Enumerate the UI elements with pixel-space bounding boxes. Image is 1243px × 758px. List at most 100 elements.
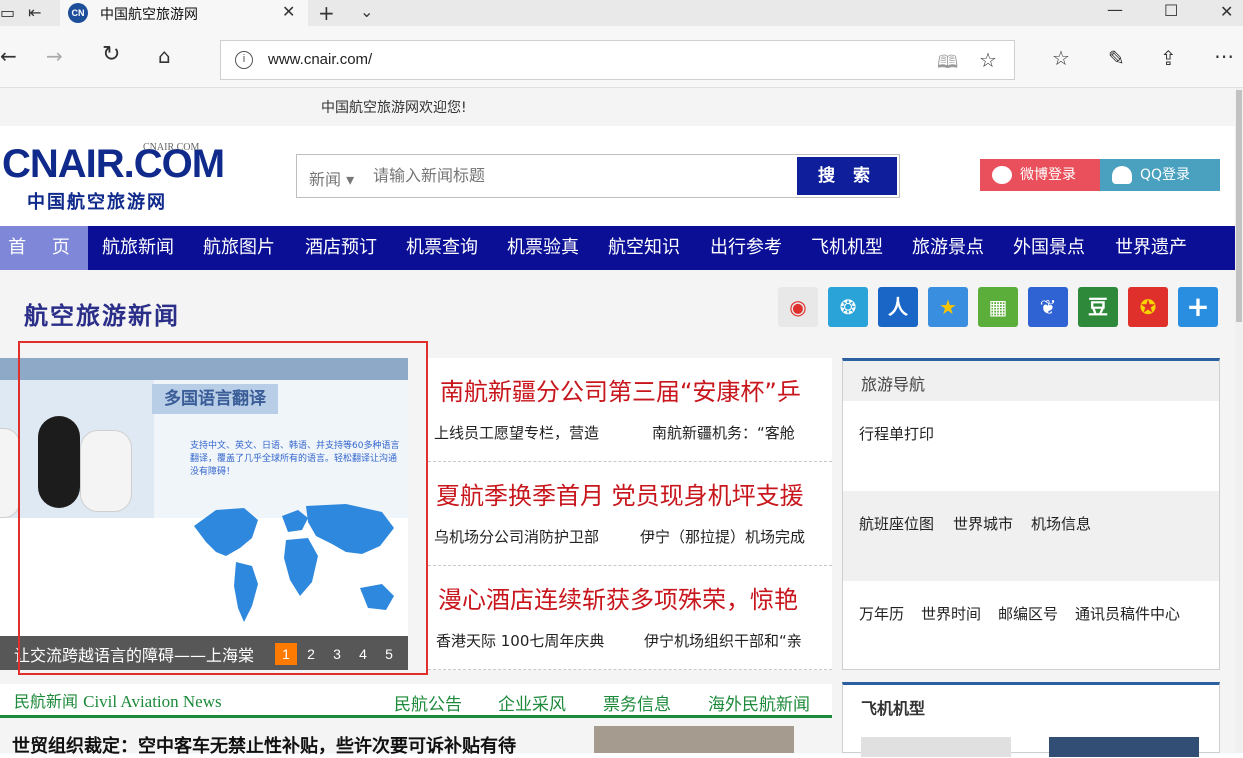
tourism-nav-header: 旅游导航	[843, 361, 1219, 401]
headline-title[interactable]: 南航新疆分公司第三届“安康杯”乒	[440, 372, 830, 407]
reading-view-icon[interactable]: 🕮	[937, 50, 958, 80]
nav-item-aircraft-models[interactable]: 飞机机型	[811, 226, 883, 270]
link-airport-info[interactable]: 机场信息	[1031, 513, 1091, 534]
minimize-icon[interactable]: —	[1107, 0, 1123, 19]
headline-sub-link[interactable]: 香港天际 100七周年庆典	[436, 630, 632, 651]
news-thumbnail-image[interactable]	[594, 726, 794, 753]
qq-icon	[1112, 166, 1132, 184]
welcome-bar: 中国航空旅游网欢迎您!	[0, 88, 1235, 126]
vertical-scrollbar[interactable]	[1235, 88, 1243, 753]
share-icon[interactable]: ⇪	[1160, 46, 1177, 70]
renren-share-icon[interactable]: 人	[878, 287, 918, 327]
headline-sub-link[interactable]: 伊宁机场组织干部和“亲	[644, 630, 832, 651]
headline-item: 夏航季换季首月 党员现身机坪支援 乌机场分公司消防护卫部 伊宁（那拉提）机场完成	[428, 462, 832, 566]
headline-sub-link[interactable]: 乌机场分公司消防护卫部	[434, 526, 624, 547]
section-header: 航空旅游新闻 ◉ ❂ 人 ★ ▦ ❦ 豆 ✪ +	[0, 270, 1235, 350]
maximize-icon[interactable]: ☐	[1164, 1, 1178, 20]
civil-news-heading-cn: 民航新闻	[14, 692, 79, 711]
more-share-icon[interactable]: +	[1178, 287, 1218, 327]
site-logo[interactable]: CNAIR.COM CNAIR.COM 中国航空旅游网	[0, 138, 225, 213]
link-calendar[interactable]: 万年历	[859, 603, 904, 624]
search-button[interactable]: 搜 索	[797, 157, 897, 195]
tourism-row: 行程单打印	[843, 401, 1219, 491]
link-ticket-info[interactable]: 票务信息	[603, 690, 671, 715]
window-close-icon[interactable]: ✕	[1220, 2, 1233, 21]
link-itinerary-print[interactable]: 行程单打印	[859, 423, 934, 444]
nav-item-aviation-photos[interactable]: 航旅图片	[203, 226, 275, 270]
headline-list: 南航新疆分公司第三届“安康杯”乒 上线员工愿望专栏，营造 南航新疆机务：“客舱 …	[428, 358, 832, 670]
weibo-login-button[interactable]: 微博登录	[980, 159, 1100, 191]
nav-item-foreign-spots[interactable]: 外国景点	[1013, 226, 1085, 270]
aircraft-models-panel: 飞机机型	[842, 682, 1220, 757]
nav-item-aviation-news[interactable]: 航旅新闻	[102, 226, 174, 270]
tab-back-icon[interactable]: ⇤	[28, 3, 41, 22]
favorite-star-icon[interactable]: ☆	[979, 48, 997, 72]
weibo-share-icon[interactable]: ◉	[778, 287, 818, 327]
civil-news-bar: 民航新闻 Civil Aviation News 民航公告 企业采风 票务信息 …	[0, 684, 832, 718]
baidu-share-icon[interactable]: ❦	[1028, 287, 1068, 327]
link-overseas-news[interactable]: 海外民航新闻	[708, 690, 810, 715]
refresh-icon[interactable]: ↻	[102, 42, 120, 67]
favorites-list-icon[interactable]: ☆	[1052, 46, 1070, 70]
nav-item-ticket-verify[interactable]: 机票验真	[507, 226, 579, 270]
translator-device-image	[0, 428, 20, 518]
nav-item-aviation-knowledge[interactable]: 航空知识	[608, 226, 680, 270]
nav-item-travel-reference[interactable]: 出行参考	[710, 226, 782, 270]
new-tab-icon[interactable]: +	[318, 1, 335, 25]
highlight-box	[18, 341, 428, 675]
qzone-share-icon[interactable]: ★	[928, 287, 968, 327]
tab-close-icon[interactable]: ✕	[282, 2, 295, 21]
nav-item-ticket-search[interactable]: 机票查询	[406, 226, 478, 270]
pengyou-share-icon[interactable]: ✪	[1128, 287, 1168, 327]
tourism-nav-title: 旅游导航	[861, 375, 926, 394]
qq-login-button[interactable]: QQ登录	[1100, 159, 1220, 191]
home-icon[interactable]: ⌂	[158, 44, 171, 68]
info-icon[interactable]: i	[235, 51, 253, 69]
aircraft-thumbnail-image[interactable]	[1049, 737, 1199, 757]
section-title: 航空旅游新闻	[24, 302, 180, 330]
link-enterprise[interactable]: 企业采风	[498, 690, 566, 715]
logo-small-text: CNAIR.COM	[143, 142, 200, 153]
civil-news-heading[interactable]: 民航新闻 Civil Aviation News	[14, 688, 222, 712]
more-icon[interactable]: ⋯	[1214, 44, 1234, 68]
qq-login-label: QQ登录	[1140, 167, 1191, 183]
browser-tab[interactable]: CN 中国航空旅游网 ✕	[60, 0, 308, 26]
tourism-nav-panel: 旅游导航 行程单打印 航班座位图 世界城市 机场信息 万年历 世界时间 邮编区号…	[842, 358, 1220, 670]
pen-icon[interactable]: ✎	[1108, 46, 1125, 70]
headline-sub-link[interactable]: 伊宁（那拉提）机场完成	[640, 526, 832, 547]
news-headline[interactable]: 世贸组织裁定：空中客车无禁止性补贴，些许次要可诉补贴有待	[12, 732, 516, 758]
tab-list-icon[interactable]: ▭	[0, 3, 15, 22]
link-seat-map[interactable]: 航班座位图	[859, 513, 934, 534]
scrollbar-thumb[interactable]	[1236, 90, 1242, 322]
tencent-share-icon[interactable]: ❂	[828, 287, 868, 327]
headline-sub-link[interactable]: 上线员工愿望专栏，营造	[434, 422, 624, 443]
search-category-select[interactable]: 新闻 ▾	[309, 166, 354, 190]
address-bar[interactable]: i www.cnair.com/ 🕮 ☆	[220, 40, 1015, 80]
headline-title[interactable]: 漫心酒店连续斩获多项殊荣，惊艳	[438, 580, 828, 615]
aircraft-thumbnail-image[interactable]	[861, 737, 1011, 757]
search-input[interactable]	[373, 166, 793, 185]
browser-nav-bar: ← → ↻ ⌂ i www.cnair.com/ 🕮 ☆ ☆ ✎ ⇪ ⋯	[0, 26, 1243, 88]
link-correspondent-center[interactable]: 通讯员稿件中心	[1075, 603, 1180, 624]
nav-item-tourist-spots[interactable]: 旅游景点	[912, 226, 984, 270]
nav-item-home[interactable]: 首 页	[0, 226, 88, 270]
tourism-row: 万年历 世界时间 邮编区号 通讯员稿件中心	[843, 581, 1219, 669]
nav-item-hotel-booking[interactable]: 酒店预订	[305, 226, 377, 270]
headline-title[interactable]: 夏航季换季首月 党员现身机坪支援	[436, 476, 826, 511]
nav-item-world-heritage[interactable]: 世界遗产	[1115, 226, 1187, 270]
douban-share-icon[interactable]: 豆	[1078, 287, 1118, 327]
back-icon[interactable]: ←	[0, 44, 17, 68]
forward-icon[interactable]: →	[46, 44, 63, 68]
link-postal-code[interactable]: 邮编区号	[998, 603, 1058, 624]
welcome-text: 中国航空旅游网欢迎您!	[321, 100, 467, 116]
headline-sub-link[interactable]: 南航新疆机务：“客舱	[652, 422, 832, 443]
link-world-time[interactable]: 世界时间	[921, 603, 981, 624]
tab-dropdown-icon[interactable]: ⌄	[360, 2, 373, 21]
headline-item: 南航新疆分公司第三届“安康杯”乒 上线员工愿望专栏，营造 南航新疆机务：“客舱	[428, 358, 832, 462]
address-url: www.cnair.com/	[268, 51, 373, 68]
weibo-login-label: 微博登录	[1020, 167, 1076, 183]
kaixin-share-icon[interactable]: ▦	[978, 287, 1018, 327]
tourism-row: 航班座位图 世界城市 机场信息	[843, 491, 1219, 581]
link-world-cities[interactable]: 世界城市	[953, 513, 1013, 534]
link-announcements[interactable]: 民航公告	[394, 690, 462, 715]
